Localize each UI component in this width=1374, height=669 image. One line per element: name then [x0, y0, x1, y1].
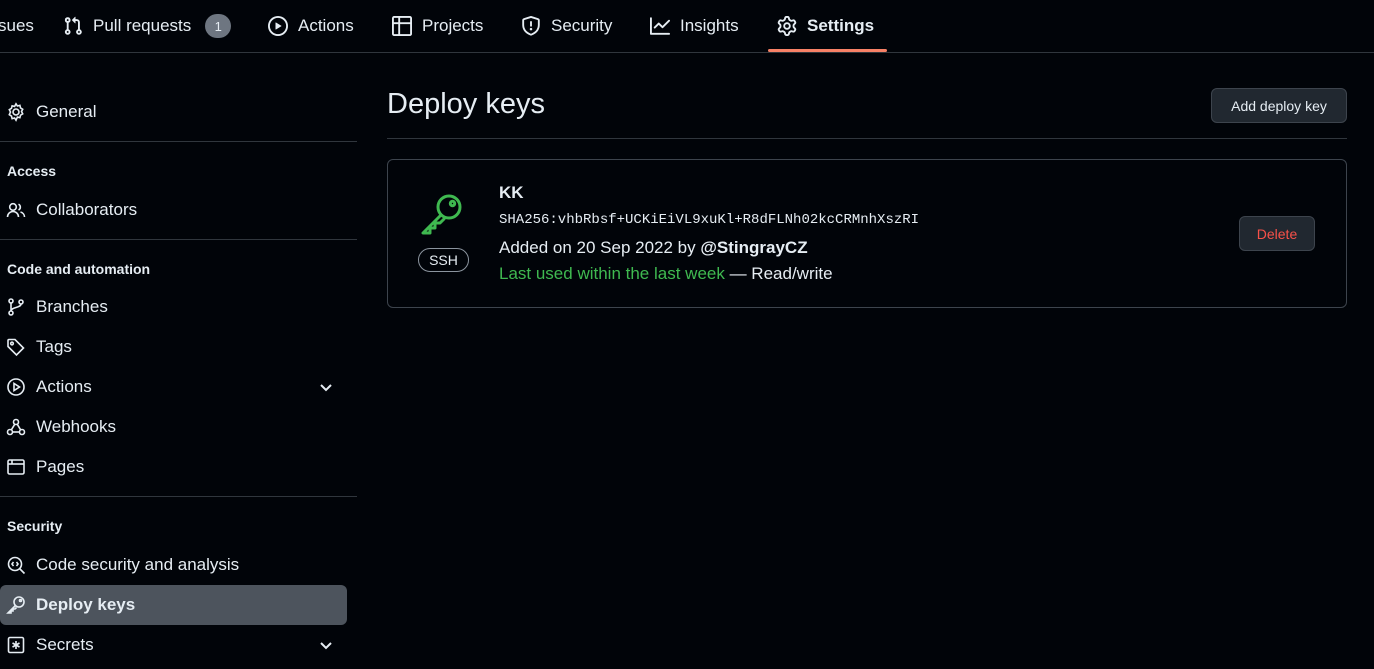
last-used-text: Last used within the last week: [499, 264, 725, 283]
chevron-down-icon: [320, 384, 332, 392]
tab-issues-label: sues: [0, 16, 34, 35]
tab-actions-label: Actions: [298, 16, 354, 35]
sidebar-heading-security: Security: [7, 518, 63, 534]
play-circle-icon: [268, 16, 288, 36]
play-circle-icon: [7, 378, 25, 396]
sidebar-item-deploy-keys[interactable]: Deploy keys: [0, 585, 347, 625]
active-tab-underline: [768, 49, 887, 52]
sidebar-item-general[interactable]: General: [0, 92, 347, 132]
add-deploy-key-button[interactable]: Add deploy key: [1211, 88, 1347, 123]
ssh-badge: SSH: [418, 248, 469, 272]
people-icon: [6, 202, 26, 218]
sidebar-item-pages[interactable]: Pages: [0, 447, 347, 487]
sidebar-item-collaborators-label: Collaborators: [36, 200, 138, 219]
sidebar-item-branches-label: Branches: [36, 297, 108, 316]
sidebar-divider: [0, 141, 357, 142]
tab-projects-label: Projects: [422, 16, 484, 35]
sidebar-item-actions[interactable]: Actions: [0, 367, 347, 407]
table-icon: [392, 16, 412, 36]
pull-request-icon: [64, 16, 82, 35]
key-icon: [6, 596, 25, 614]
tab-settings[interactable]: Settings: [777, 0, 874, 52]
deploy-key-card: [387, 159, 1347, 308]
page-title: Deploy keys: [387, 88, 545, 120]
webhook-icon: [6, 418, 26, 436]
pull-requests-count-badge: 1: [205, 14, 232, 38]
title-divider: [387, 138, 1347, 139]
key-icon: [421, 194, 462, 235]
sidebar-item-webhooks[interactable]: Webhooks: [0, 407, 347, 447]
sidebar-heading-code-automation: Code and automation: [7, 261, 151, 277]
sidebar-item-tags[interactable]: Tags: [0, 327, 347, 367]
asterisk-box-icon: [7, 636, 25, 654]
tab-security-label: Security: [551, 16, 613, 35]
sidebar-item-code-security-label: Code security and analysis: [36, 555, 240, 574]
tab-settings-label: Settings: [807, 16, 875, 35]
deploy-key-fingerprint: SHA256:vhbRbsf+UCKiEiVL9xuKl+R8dFLNh02kc…: [499, 212, 920, 228]
tab-actions[interactable]: Actions: [268, 0, 354, 52]
deploy-key-title: KK: [499, 183, 524, 202]
sidebar-item-actions-label: Actions: [36, 377, 92, 396]
tab-security[interactable]: Security: [521, 0, 612, 52]
sidebar-heading-access: Access: [7, 163, 57, 179]
sidebar-divider: [0, 239, 357, 240]
deploy-key-usage: Last used within the last week — Read/wr…: [499, 264, 833, 284]
delete-key-button[interactable]: Delete: [1239, 216, 1315, 251]
access-level-text: — Read/write: [724, 264, 833, 283]
tab-insights-label: Insights: [680, 16, 739, 35]
branch-icon: [8, 298, 24, 316]
tab-pull-requests-label: Pull requests: [93, 16, 192, 35]
tab-issues[interactable]: sues: [0, 0, 34, 52]
sidebar-item-general-label: General: [36, 102, 97, 121]
sidebar-item-webhooks-label: Webhooks: [36, 417, 117, 436]
tab-insights[interactable]: Insights: [650, 0, 739, 52]
chevron-down-icon: [320, 642, 332, 650]
codescan-icon: [7, 556, 26, 575]
tag-icon: [7, 338, 25, 357]
tab-pull-requests[interactable]: Pull requests 1: [63, 0, 232, 52]
sidebar-item-secrets-label: Secrets: [36, 635, 94, 654]
gear-icon: [777, 16, 797, 36]
sidebar-item-branches[interactable]: Branches: [0, 287, 347, 327]
graph-icon: [650, 17, 670, 35]
sidebar-item-deploy-keys-label: Deploy keys: [36, 595, 136, 614]
shield-icon: [522, 16, 540, 36]
repo-tab-nav: sues Pull requests 1 Actions Projects Se…: [0, 0, 1374, 53]
tab-projects[interactable]: Projects: [392, 0, 483, 52]
sidebar-item-pages-label: Pages: [36, 457, 85, 476]
added-date-text: Added on 20 Sep 2022 by: [499, 238, 701, 257]
added-by-user[interactable]: @StingrayCZ: [700, 238, 807, 257]
browser-icon: [7, 459, 25, 475]
sidebar-item-tags-label: Tags: [36, 337, 72, 356]
deploy-key-added-info: Added on 20 Sep 2022 by @StingrayCZ: [499, 238, 808, 258]
gear-icon: [8, 102, 24, 122]
sidebar-item-secrets[interactable]: Secrets: [0, 625, 347, 665]
sidebar-divider: [0, 496, 357, 497]
sidebar-item-collaborators[interactable]: Collaborators: [0, 190, 347, 230]
sidebar-item-code-security[interactable]: Code security and analysis: [0, 545, 347, 585]
